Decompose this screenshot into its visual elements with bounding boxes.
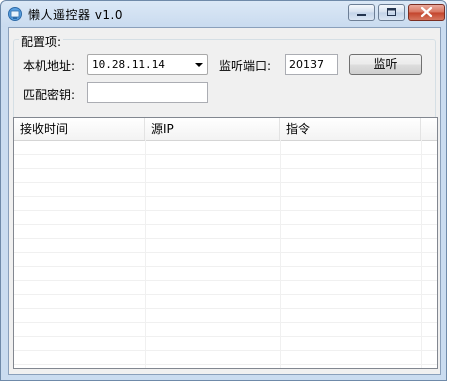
column-command[interactable]: 指令 xyxy=(280,118,421,140)
grid-line xyxy=(14,336,437,337)
minimize-button[interactable] xyxy=(348,4,375,21)
grid-line xyxy=(14,364,437,365)
chevron-down-icon xyxy=(195,63,203,67)
column-filler xyxy=(421,118,437,140)
local-address-label: 本机地址: xyxy=(23,59,76,73)
config-group-title: 配置项: xyxy=(19,33,64,50)
pairing-key-label: 匹配密钥: xyxy=(23,88,76,102)
title-bar[interactable]: 懒人遥控器 v1.0 xyxy=(1,1,448,27)
maximize-icon xyxy=(387,8,396,16)
grid-column-line xyxy=(421,140,422,368)
app-icon xyxy=(8,7,22,21)
grid-line xyxy=(14,168,437,169)
app-window: 懒人遥控器 v1.0 配置项: 本机地址: 10.28.11.14 监听端口: xyxy=(0,0,447,381)
close-button[interactable] xyxy=(408,4,445,21)
grid-line xyxy=(14,210,437,211)
grid-line xyxy=(14,350,437,351)
list-body xyxy=(14,140,437,368)
config-groupbox xyxy=(13,39,436,119)
grid-line xyxy=(14,238,437,239)
grid-column-line xyxy=(145,140,146,368)
client-area: 配置项: 本机地址: 10.28.11.14 监听端口: 20137 监听 匹配… xyxy=(8,27,441,375)
local-address-select[interactable]: 10.28.11.14 xyxy=(87,54,208,75)
grid-line xyxy=(14,224,437,225)
grid-line xyxy=(14,280,437,281)
column-receive-time[interactable]: 接收时间 xyxy=(14,118,145,140)
list-header: 接收时间 源IP 指令 xyxy=(14,118,437,141)
window-title: 懒人遥控器 v1.0 xyxy=(28,8,124,22)
grid-line xyxy=(14,322,437,323)
local-address-value: 10.28.11.14 xyxy=(92,58,165,71)
grid-line xyxy=(14,294,437,295)
grid-line xyxy=(14,266,437,267)
minimize-icon xyxy=(357,14,366,16)
grid-line xyxy=(14,154,437,155)
grid-line xyxy=(14,252,437,253)
grid-column-line xyxy=(280,140,281,368)
listen-port-label: 监听端口: xyxy=(219,59,272,73)
close-icon xyxy=(420,6,433,18)
grid-line xyxy=(14,196,437,197)
grid-line xyxy=(14,308,437,309)
maximize-button[interactable] xyxy=(378,4,405,21)
listen-port-value: 20137 xyxy=(289,58,324,71)
listen-port-input[interactable]: 20137 xyxy=(285,54,338,75)
pairing-key-input[interactable] xyxy=(87,82,208,103)
listen-button[interactable]: 监听 xyxy=(349,54,422,75)
message-list[interactable]: 接收时间 源IP 指令 xyxy=(13,117,438,369)
grid-line xyxy=(14,182,437,183)
column-source-ip[interactable]: 源IP xyxy=(145,118,280,140)
